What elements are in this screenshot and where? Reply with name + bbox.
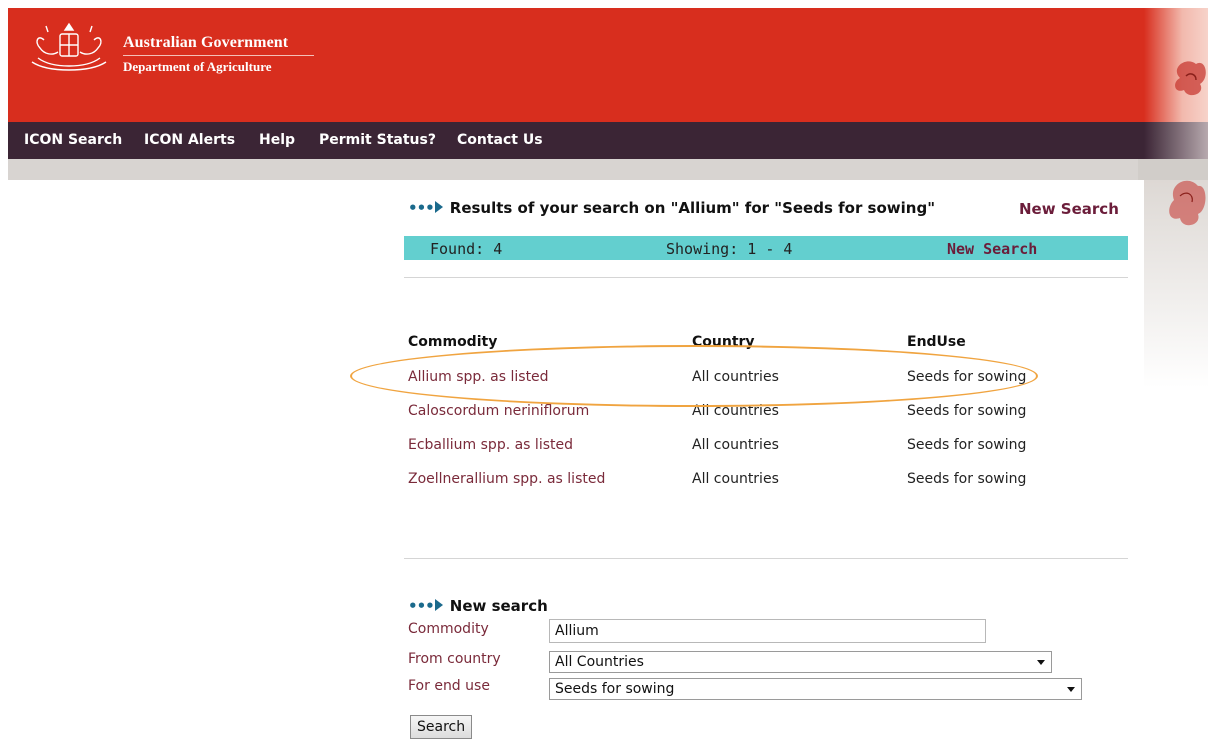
commodity-link[interactable]: Zoellnerallium spp. as listed bbox=[408, 471, 605, 487]
country-cell: All countries bbox=[692, 437, 779, 453]
column-header-enduse: EndUse bbox=[907, 334, 966, 350]
nav-icon-alerts[interactable]: ICON Alerts bbox=[144, 132, 235, 148]
title-divider bbox=[123, 55, 314, 56]
commodity-input[interactable]: Allium bbox=[549, 619, 986, 643]
country-select-value: All Countries bbox=[555, 654, 644, 670]
enduse-cell: Seeds for sowing bbox=[907, 471, 1027, 487]
search-button[interactable]: Search bbox=[410, 715, 473, 739]
site-header: Australian Government Department of Agri… bbox=[8, 8, 1208, 122]
table-row: Zoellnerallium spp. as listed All countr… bbox=[0, 471, 1208, 495]
enduse-select[interactable]: Seeds for sowing bbox=[549, 678, 1082, 700]
enduse-cell: Seeds for sowing bbox=[907, 403, 1027, 419]
bullet-arrow-icon: ••• bbox=[408, 199, 435, 217]
table-row: Ecballium spp. as listed All countries S… bbox=[0, 437, 1208, 461]
results-summary-bar: Found: 4 Showing: 1 - 4 New Search bbox=[404, 236, 1128, 260]
new-search-heading-text: New search bbox=[449, 597, 548, 615]
commodity-label: Commodity bbox=[408, 621, 489, 637]
new-search-link[interactable]: New Search bbox=[1019, 200, 1119, 218]
results-heading-text: Results of your search on "Allium" for "… bbox=[449, 199, 936, 217]
showing-range: Showing: 1 - 4 bbox=[666, 240, 793, 258]
flower-decoration-icon bbox=[1169, 180, 1206, 226]
divider bbox=[404, 558, 1128, 559]
header-decoration bbox=[1144, 8, 1208, 122]
highlight-annotation bbox=[350, 345, 1038, 407]
bullet-arrow-icon: ••• bbox=[408, 597, 435, 615]
nav-contact-us[interactable]: Contact Us bbox=[457, 132, 543, 148]
play-arrow-icon bbox=[434, 201, 443, 213]
sub-bar bbox=[8, 159, 1208, 180]
government-title: Australian Government bbox=[123, 34, 289, 51]
nav-permit-status[interactable]: Permit Status? bbox=[319, 132, 436, 148]
table-row: Caloscordum neriniflorum All countries S… bbox=[0, 403, 1208, 427]
enduse-cell: Seeds for sowing bbox=[907, 437, 1027, 453]
from-country-label: From country bbox=[408, 651, 501, 667]
results-heading: ••• Results of your search on "Allium" fo… bbox=[408, 199, 935, 217]
country-cell: All countries bbox=[692, 471, 779, 487]
nav-help[interactable]: Help bbox=[259, 132, 295, 148]
enduse-select-value: Seeds for sowing bbox=[555, 681, 675, 697]
nav-fade bbox=[1144, 122, 1208, 159]
play-arrow-icon bbox=[434, 599, 443, 611]
new-search-heading: ••• New search bbox=[408, 597, 548, 615]
commodity-input-value: Allium bbox=[555, 623, 599, 639]
commodity-link[interactable]: Caloscordum neriniflorum bbox=[408, 403, 589, 419]
main-nav: ICON Search ICON Alerts Help Permit Stat… bbox=[8, 122, 1208, 159]
coat-of-arms-logo bbox=[31, 22, 107, 71]
bar-new-search-link[interactable]: New Search bbox=[947, 240, 1037, 258]
chevron-down-icon bbox=[1067, 687, 1075, 692]
country-select[interactable]: All Countries bbox=[549, 651, 1052, 673]
divider bbox=[404, 277, 1128, 278]
department-title: Department of Agriculture bbox=[123, 59, 272, 74]
nav-icon-search[interactable]: ICON Search bbox=[24, 132, 122, 148]
flower-decoration-icon bbox=[1175, 61, 1206, 96]
chevron-down-icon bbox=[1037, 660, 1045, 665]
side-decoration bbox=[1144, 180, 1208, 440]
end-use-label: For end use bbox=[408, 678, 490, 694]
found-count: Found: 4 bbox=[430, 240, 503, 258]
commodity-link[interactable]: Ecballium spp. as listed bbox=[408, 437, 573, 453]
column-header-commodity: Commodity bbox=[408, 334, 498, 350]
